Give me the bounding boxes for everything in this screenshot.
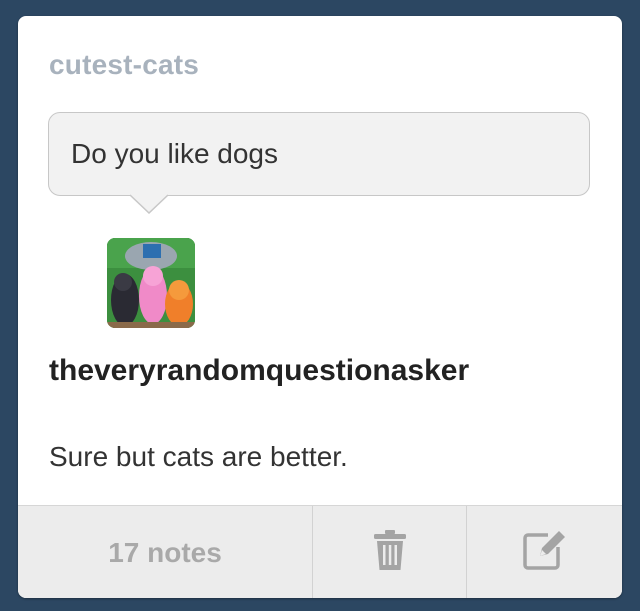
edit-button[interactable] [467,506,622,598]
delete-button[interactable] [313,506,467,598]
notes-button[interactable]: 17 notes [18,506,313,598]
edit-icon [522,529,568,576]
question-bubble: Do you like dogs [48,112,590,196]
avatar-image [107,238,195,328]
question-text: Do you like dogs [71,138,279,169]
blog-name-link[interactable]: cutest-cats [49,49,199,81]
post-footer: 17 notes [18,505,622,598]
asker-avatar[interactable] [107,238,195,328]
post-card: cutest-cats Do you like dogs theveryrand… [18,16,622,598]
notes-count: 17 notes [108,536,222,568]
asker-username[interactable]: theveryrandomquestionasker [49,354,469,388]
trash-icon [373,529,407,576]
answer-text: Sure but cats are better. [49,441,348,472]
